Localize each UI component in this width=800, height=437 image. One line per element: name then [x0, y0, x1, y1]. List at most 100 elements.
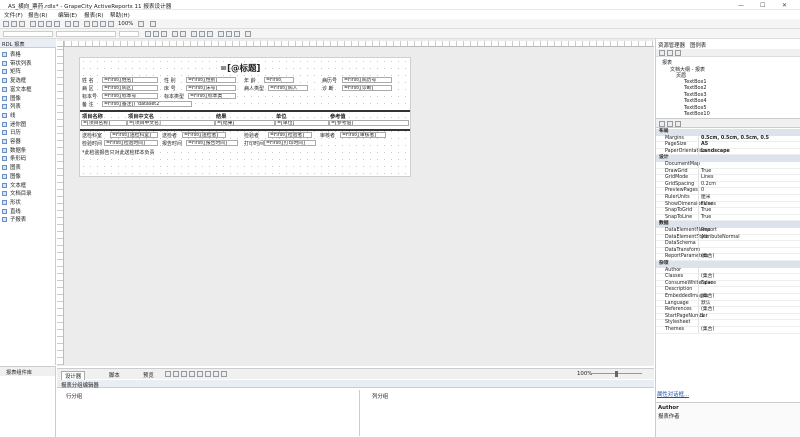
label-ward[interactable]: 病 区	[82, 86, 94, 92]
redo-icon[interactable]	[73, 21, 79, 27]
property-value[interactable]: True	[701, 215, 711, 221]
field-diagnosis[interactable]: =First([诊断]	[342, 85, 392, 91]
tab-legend[interactable]: 图例表	[690, 41, 706, 49]
tree-node[interactable]: TextBox5	[684, 105, 707, 111]
tree-node[interactable]: TextBox2	[684, 85, 707, 91]
cell-unit[interactable]: =[单位]	[275, 120, 329, 126]
label-print-time[interactable]: 打印时间	[244, 141, 264, 147]
property-row[interactable]: PreviewPages 0	[656, 188, 800, 195]
toolbox-item[interactable]: 列表	[2, 103, 56, 111]
label-tester[interactable]: 检验者	[244, 133, 259, 139]
property-row[interactable]: DocumentMap	[656, 162, 800, 169]
field-gender[interactable]: =First([性别]	[186, 77, 236, 83]
tree-node[interactable]: TextBox4	[684, 98, 707, 104]
toolbox-item[interactable]: 数据条	[2, 147, 56, 155]
label-specimen-no[interactable]: 标本号	[82, 94, 97, 100]
property-value[interactable]: False	[701, 202, 713, 208]
property-row[interactable]: DataElementName Report	[656, 228, 800, 235]
property-category[interactable]: 布局	[656, 129, 800, 136]
report-page[interactable]: =[@标题] 姓 名 =First([姓名] 性 别 =First([性别] 年…	[79, 57, 411, 177]
close-button[interactable]: ✕	[782, 2, 787, 9]
explorer-remove-icon[interactable]	[667, 50, 673, 56]
italic-icon[interactable]	[153, 31, 159, 37]
tree-node[interactable]: TextBox10	[684, 111, 710, 117]
field-sender[interactable]: =First([送检者]	[182, 132, 226, 138]
maximize-button[interactable]: ☐	[760, 2, 765, 9]
explorer-refresh-icon[interactable]	[675, 50, 681, 56]
toolbox-item[interactable]: 图像	[2, 95, 56, 103]
layout-tool-7-icon[interactable]	[213, 371, 219, 377]
toolbox-item[interactable]: 条形码	[2, 155, 56, 163]
field-report-time[interactable]: =First([报告时间]	[186, 140, 238, 146]
grid-icon[interactable]	[150, 21, 156, 27]
property-row[interactable]: GridMode Lines	[656, 175, 800, 182]
toolbox-item[interactable]: 文档目录	[2, 190, 56, 198]
col-header-item-name[interactable]: 项目名称	[82, 113, 103, 120]
property-value[interactable]: 1	[701, 314, 704, 320]
field-ward[interactable]: =First([病区]	[102, 85, 158, 91]
property-row[interactable]: Description	[656, 287, 800, 294]
report-title[interactable]: =[@标题]	[220, 62, 260, 74]
property-value[interactable]: True	[701, 169, 711, 175]
font-select[interactable]	[56, 31, 116, 37]
property-value[interactable]: Lines	[701, 175, 714, 181]
menu-file[interactable]: 文件(F)	[4, 11, 23, 19]
tab-explorer[interactable]: 资源管理器	[658, 41, 685, 49]
send-back-icon[interactable]	[234, 31, 240, 37]
field-remark[interactable]: =First([备注]) 'dataset2'	[102, 101, 192, 107]
label-reviewer[interactable]: 审核者	[320, 133, 335, 139]
font-color-icon[interactable]	[172, 31, 178, 37]
back-color-icon[interactable]	[180, 31, 186, 37]
toolbox-item[interactable]: 图表	[2, 164, 56, 172]
minimize-button[interactable]: —	[738, 2, 744, 9]
field-patient-type[interactable]: =First([病人	[268, 85, 308, 91]
zoom-select[interactable]: 100%	[118, 21, 133, 27]
toolbox-item[interactable]: 直线	[2, 208, 56, 216]
categorized-icon[interactable]	[659, 121, 665, 127]
property-row[interactable]: DataSchema	[656, 241, 800, 248]
label-test-time[interactable]: 检验时间	[82, 141, 102, 147]
col-group-label[interactable]: 列分组	[372, 392, 388, 400]
toolbox-item[interactable]: 富文本框	[2, 86, 56, 94]
zoom-out-icon[interactable]	[100, 21, 106, 27]
property-value[interactable]: True	[701, 208, 711, 214]
label-diagnosis[interactable]: 诊 断	[322, 86, 334, 92]
cell-reference[interactable]: =[参考值]	[329, 120, 409, 126]
field-name[interactable]: =First([姓名]	[102, 77, 158, 83]
layout-tool-1-icon[interactable]	[165, 371, 171, 377]
layout-tool-3-icon[interactable]	[181, 371, 187, 377]
label-report-time[interactable]: 报告时间	[162, 141, 182, 147]
border-icon[interactable]	[218, 31, 224, 37]
property-value[interactable]: (集合)	[701, 254, 714, 260]
field-specimen-type[interactable]: =First([标本类	[188, 93, 236, 99]
toolbox-item[interactable]: 线	[2, 112, 56, 120]
property-row[interactable]: SnapToLine True	[656, 214, 800, 222]
property-value[interactable]: 默认	[701, 301, 711, 307]
style-select[interactable]	[3, 31, 53, 37]
menu-reports[interactable]: 报表(R)	[84, 11, 103, 19]
property-value[interactable]: Report	[701, 228, 717, 234]
menu-edit[interactable]: 编辑(E)	[58, 11, 77, 19]
property-value[interactable]: 0.5cm, 0.5cm, 0.5cm, 0.5	[701, 136, 769, 142]
menu-help[interactable]: 帮助(H)	[110, 11, 130, 19]
property-value[interactable]: AttributeNormal	[701, 235, 740, 241]
zoom-dropdown-icon[interactable]	[138, 21, 144, 27]
label-specimen-type[interactable]: 标本类型	[164, 94, 184, 100]
field-case-no[interactable]: =First([病历号	[342, 77, 392, 83]
toolbox-item[interactable]: 形状	[2, 199, 56, 207]
cut-icon[interactable]	[30, 21, 36, 27]
undo-icon[interactable]	[65, 21, 71, 27]
toolbox-item[interactable]: 容器	[2, 138, 56, 146]
property-row[interactable]: RulerUnits 厘米	[656, 195, 800, 202]
property-value[interactable]: Landscape	[701, 149, 730, 155]
label-send-dept[interactable]: 送检科室	[82, 133, 102, 139]
row-group-label[interactable]: 行分组	[66, 392, 82, 400]
font-size-select[interactable]	[119, 31, 139, 37]
property-category[interactable]: 杂项	[656, 261, 800, 268]
bold-icon[interactable]	[145, 31, 151, 37]
layout-icon[interactable]	[245, 31, 251, 37]
label-gender[interactable]: 性 别	[164, 78, 176, 84]
property-pages-icon[interactable]	[675, 121, 681, 127]
property-value[interactable]: 0	[701, 188, 704, 194]
hand-icon[interactable]	[92, 21, 98, 27]
